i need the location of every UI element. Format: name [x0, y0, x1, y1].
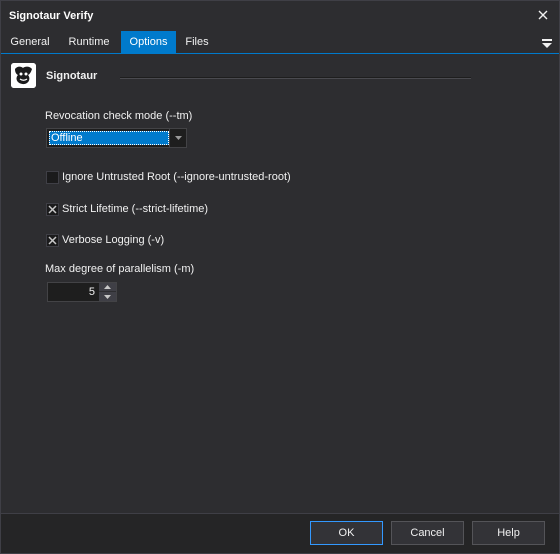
action-title: Signotaur	[46, 70, 98, 82]
ignore-untrusted-root-option[interactable]: Ignore Untrusted Root (--ignore-untruste…	[46, 169, 291, 185]
revocation-mode-label: Revocation check mode (--tm)	[45, 110, 193, 122]
signotaur-logo-icon	[11, 63, 36, 88]
window-title: Signotaur Verify	[9, 10, 94, 22]
check-x-icon	[48, 235, 57, 245]
tab-bar: General Runtime Options Files	[1, 31, 559, 54]
strict-lifetime-label: Strict Lifetime (--strict-lifetime)	[62, 203, 209, 215]
strict-lifetime-checkbox[interactable]	[46, 202, 59, 216]
ignore-untrusted-root-checkbox[interactable]	[46, 170, 59, 184]
verbose-logging-checkbox[interactable]	[46, 233, 59, 247]
title-bar: Signotaur Verify	[1, 1, 559, 31]
header-divider	[120, 77, 471, 79]
tab-options[interactable]: Options	[121, 31, 176, 54]
increment-button[interactable]	[99, 283, 116, 292]
revocation-mode-value: Offline	[49, 131, 169, 145]
revocation-mode-select[interactable]: Offline	[46, 128, 187, 148]
verbose-logging-label: Verbose Logging (-v)	[62, 234, 165, 246]
help-button[interactable]: Help	[472, 521, 545, 545]
action-header: Signotaur	[11, 63, 551, 89]
chevron-down-icon	[104, 294, 111, 299]
strict-lifetime-option[interactable]: Strict Lifetime (--strict-lifetime)	[46, 201, 208, 217]
ok-button[interactable]: OK	[310, 521, 383, 545]
max-parallelism-label: Max degree of parallelism (-m)	[45, 263, 195, 275]
ignore-untrusted-root-label: Ignore Untrusted Root (--ignore-untruste…	[62, 171, 291, 183]
decrement-button[interactable]	[99, 292, 116, 301]
verbose-logging-option[interactable]: Verbose Logging (-v)	[46, 232, 164, 248]
max-parallelism-value[interactable]: 5	[48, 283, 99, 301]
tab-runtime[interactable]: Runtime	[59, 31, 119, 54]
check-x-icon	[48, 204, 57, 214]
chevron-up-icon	[104, 285, 111, 289]
tab-files[interactable]: Files	[177, 31, 217, 54]
close-button[interactable]	[535, 7, 551, 23]
dialog-footer: OK Cancel Help	[1, 513, 559, 553]
cancel-button[interactable]: Cancel	[391, 521, 464, 545]
chevron-down-icon[interactable]	[169, 129, 186, 147]
tab-general[interactable]: General	[5, 31, 55, 54]
max-parallelism-stepper[interactable]: 5	[47, 282, 117, 302]
tab-menu-button[interactable]	[541, 37, 553, 49]
dropdown-menu-icon	[542, 39, 552, 48]
dialog-window: Signotaur Verify General Runtime Options…	[0, 0, 560, 554]
close-icon	[538, 10, 548, 20]
